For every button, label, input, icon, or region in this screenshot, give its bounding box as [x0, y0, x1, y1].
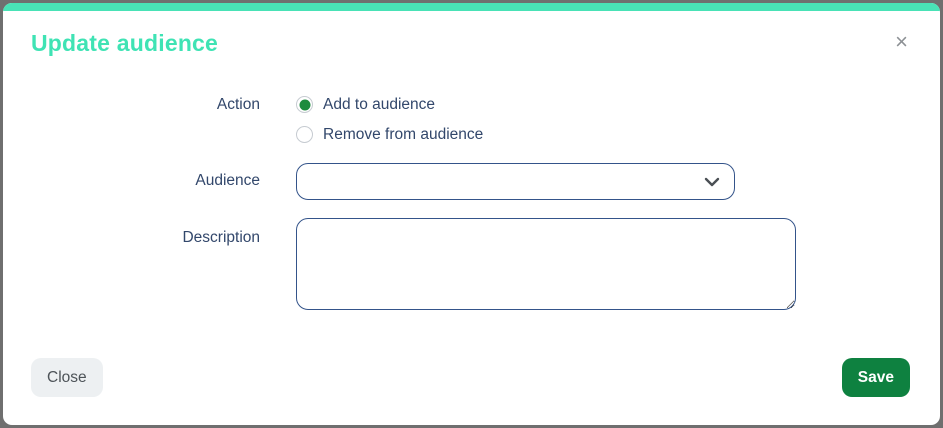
audience-select[interactable] [296, 163, 735, 200]
description-label: Description [182, 229, 260, 246]
modal-accent-bar [3, 3, 940, 11]
close-icon[interactable]: × [889, 30, 914, 54]
description-row: Description [3, 218, 940, 315]
modal-form: Action Add to audience Remove from audie… [3, 96, 940, 315]
save-button[interactable]: Save [841, 358, 910, 397]
radio-remove-label: Remove from audience [323, 126, 484, 143]
action-label: Action [216, 96, 260, 113]
description-field-wrap [296, 218, 796, 315]
close-button[interactable]: Close [31, 358, 103, 397]
modal-title: Update audience [31, 30, 219, 56]
modal-footer: Close Save [3, 358, 940, 425]
modal-header: Update audience × [3, 11, 940, 56]
audience-select-wrap [296, 163, 735, 200]
action-row: Action Add to audience Remove from audie… [3, 96, 940, 143]
action-radio-group: Add to audience Remove from audience [296, 96, 483, 143]
description-textarea[interactable] [296, 218, 796, 310]
radio-add-label: Add to audience [323, 96, 436, 113]
radio-button-icon[interactable] [296, 96, 313, 113]
radio-add-to-audience[interactable]: Add to audience [296, 96, 483, 113]
audience-row: Audience [3, 163, 940, 200]
radio-button-icon[interactable] [296, 126, 313, 143]
radio-remove-from-audience[interactable]: Remove from audience [296, 126, 483, 143]
audience-label: Audience [195, 172, 260, 189]
update-audience-modal: Update audience × Action Add to audience… [3, 3, 940, 425]
screenshot-frame: Update audience × Action Add to audience… [0, 0, 943, 428]
